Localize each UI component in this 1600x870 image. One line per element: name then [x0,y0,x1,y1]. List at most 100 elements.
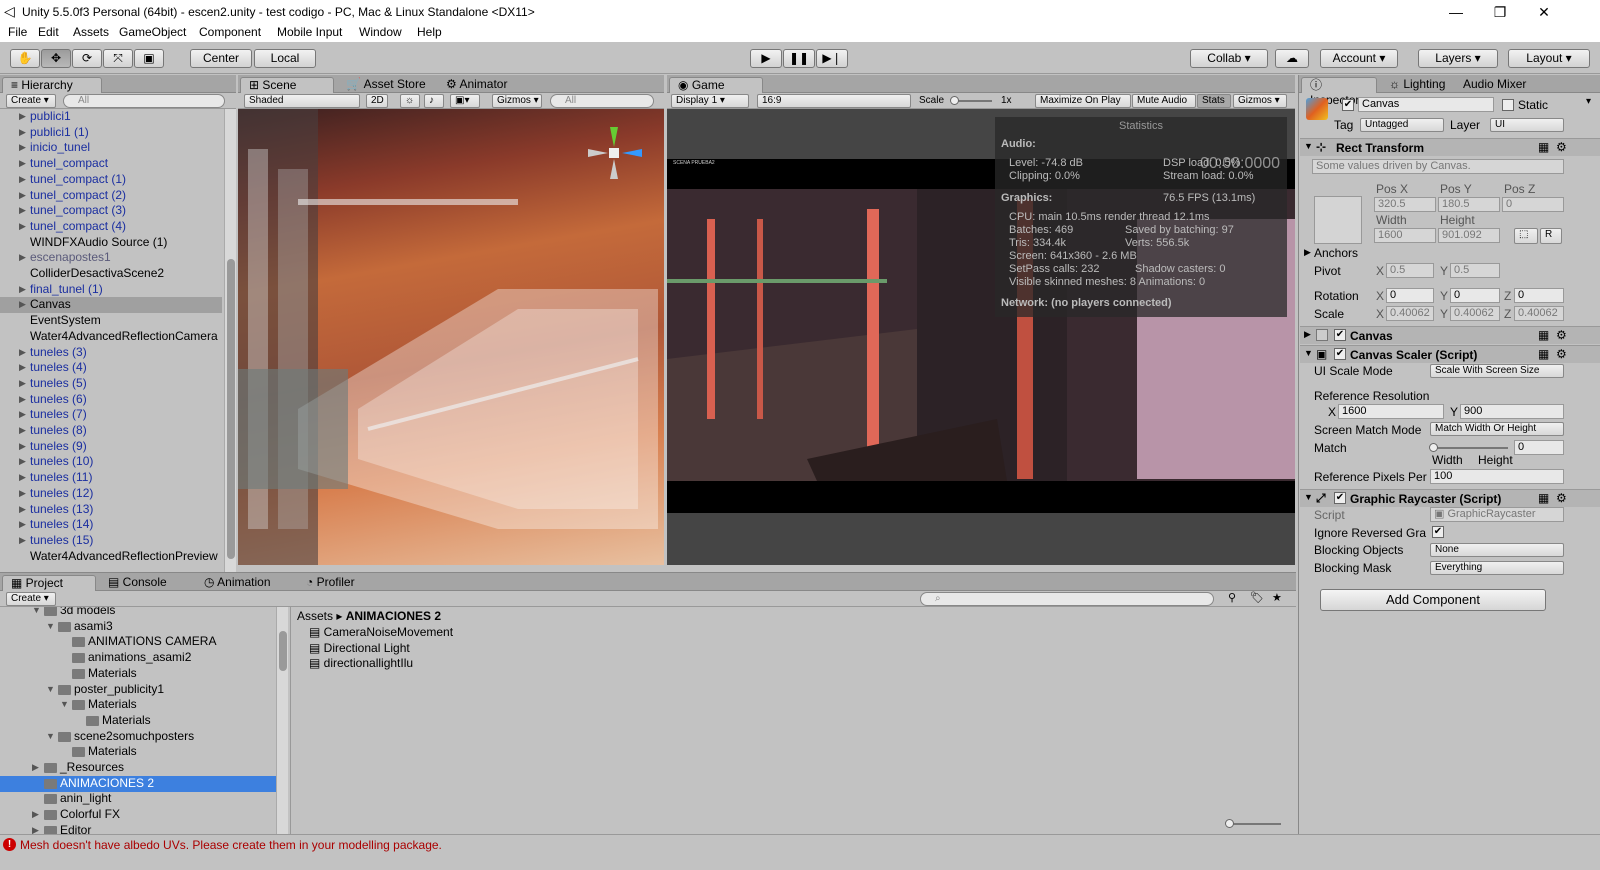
posy-field[interactable]: 180.5 [1438,197,1500,212]
hierarchy-item[interactable]: Water4AdvancedReflectionCamera [0,329,222,345]
breadcrumb-root[interactable]: Assets [297,609,333,623]
raycaster-help-icon[interactable]: ▦ [1538,491,1549,505]
anchor-presets-box[interactable] [1314,196,1362,244]
pivot-center-button[interactable]: Center [190,49,252,68]
scaler-help-icon[interactable]: ▦ [1538,347,1549,361]
expand-arrow-icon[interactable]: ▶ [19,533,26,548]
stats-toggle[interactable]: Stats [1197,94,1231,108]
folder-expand-arrow-icon[interactable]: ▼ [46,682,55,697]
ui-scale-mode-dropdown[interactable]: Scale With Screen Size [1430,364,1564,378]
tab-console[interactable]: ▤ Console [100,575,175,591]
canvas-help-icon[interactable]: ▦ [1538,328,1549,342]
expand-arrow-icon[interactable]: ▶ [19,360,26,375]
step-button[interactable]: ▶❘ [816,49,848,68]
match-field[interactable]: 0 [1514,440,1564,455]
expand-arrow-icon[interactable]: ▶ [19,140,26,155]
hierarchy-item[interactable]: ColliderDesactivaScene2 [0,266,222,282]
folder-expand-arrow-icon[interactable]: ▼ [32,607,41,618]
project-folder-item[interactable]: ▼ poster_publicity1 [0,682,276,698]
canvas-foldout-icon[interactable]: ▶ [1304,329,1311,340]
menu-component[interactable]: Component [199,25,261,39]
hierarchy-item[interactable]: Water4AdvancedReflectionPreview [0,549,222,565]
expand-arrow-icon[interactable]: ▶ [19,172,26,187]
account-dropdown[interactable]: Account ▾ [1320,49,1398,68]
move-tool-icon[interactable]: ✥ [41,49,71,68]
project-folder-item[interactable]: ▶ Colorful FX [0,807,276,823]
hierarchy-item[interactable]: ▶ tuneles (15) [0,533,222,549]
scale-slider-thumb[interactable] [950,96,959,105]
scale-slider[interactable] [950,96,992,105]
menu-mobile-input[interactable]: Mobile Input [277,25,342,39]
match-slider-thumb[interactable] [1429,443,1438,452]
blueprint-mode-button[interactable]: ⬚ [1514,228,1538,244]
rect-transform-help-icon[interactable]: ▦ [1538,140,1549,154]
folder-expand-arrow-icon[interactable]: ▼ [46,619,55,634]
expand-arrow-icon[interactable]: ▶ [19,125,26,140]
hierarchy-item[interactable]: ▶ tunel_compact (3) [0,203,222,219]
layers-dropdown[interactable]: Layers ▾ [1418,49,1498,68]
scene-search-input[interactable]: All [550,94,654,108]
expand-arrow-icon[interactable]: ▶ [19,486,26,501]
anchors-foldout-icon[interactable]: ▶ [1304,247,1311,258]
hierarchy-item[interactable]: ▶ publici1 (1) [0,125,222,141]
posx-field[interactable]: 320.5 [1374,197,1436,212]
object-name-field[interactable]: Canvas [1358,97,1494,112]
scaler-gear-icon[interactable]: ⚙ [1556,347,1567,361]
play-button[interactable]: ▶ [750,49,782,68]
pivot-x-field[interactable]: 0.5 [1386,263,1434,278]
mute-audio-toggle[interactable]: Mute Audio [1132,94,1196,108]
menu-window[interactable]: Window [359,25,402,39]
game-gizmos-dropdown[interactable]: Gizmos ▾ [1233,94,1287,108]
rect-transform-header[interactable]: ▼ ⊹ Rect Transform ▦ ⚙ [1300,138,1600,156]
expand-arrow-icon[interactable]: ▶ [19,109,26,124]
hierarchy-item[interactable]: ▶ final_tunel (1) [0,282,222,298]
filter-type-icon[interactable]: ⚲ [1228,591,1236,604]
rect-transform-gear-icon[interactable]: ⚙ [1556,140,1567,154]
minimize-button[interactable]: — [1436,2,1476,22]
ref-y-field[interactable]: 900 [1460,404,1564,419]
rot-y-field[interactable]: 0 [1450,288,1500,303]
project-folder-item[interactable]: anin_light [0,791,276,807]
collab-dropdown[interactable]: Collab ▾ [1190,49,1268,68]
project-folder-item[interactable]: ▼ Materials [0,697,276,713]
expand-arrow-icon[interactable]: ▶ [19,345,26,360]
lighting-toggle-icon[interactable]: ☼ [400,94,420,108]
rotate-tool-icon[interactable]: ⟳ [72,49,102,68]
hierarchy-scroll-thumb[interactable] [227,259,235,559]
maximize-button[interactable]: ❐ [1480,2,1520,22]
hierarchy-item[interactable]: ▶ tuneles (11) [0,470,222,486]
tab-inspector[interactable]: ⓘ Inspector [1301,77,1377,107]
project-folder-item[interactable]: ▼ asami3 [0,619,276,635]
static-checkbox[interactable] [1502,99,1514,111]
asset-item[interactable]: ▤ CameraNoiseMovement [309,625,453,641]
hierarchy-search-input[interactable]: All [63,94,225,108]
expand-arrow-icon[interactable]: ▶ [19,219,26,234]
tab-profiler[interactable]: ◔ Profiler [298,575,363,591]
rot-z-field[interactable]: 0 [1514,288,1564,303]
menu-assets[interactable]: Assets [73,25,109,39]
folder-expand-arrow-icon[interactable]: ▼ [60,697,69,712]
hierarchy-item[interactable]: ▶ tuneles (6) [0,392,222,408]
hierarchy-item[interactable]: ▶ tuneles (10) [0,454,222,470]
canvas-scaler-header[interactable]: ▼ ▣ ✔ Canvas Scaler (Script) ▦ ⚙ [1300,345,1600,363]
project-folder-item[interactable]: Materials [0,744,276,760]
icon-size-slider-thumb[interactable] [1225,819,1234,828]
raw-edit-button[interactable]: R [1540,228,1562,244]
folder-expand-arrow-icon[interactable]: ▼ [46,729,55,744]
breadcrumb-current[interactable]: ANIMACIONES 2 [346,609,441,623]
width-field[interactable]: 1600 [1374,228,1436,243]
ignore-reversed-checkbox[interactable]: ✔ [1432,526,1444,538]
graphic-raycaster-header[interactable]: ▼ ⤢ ✔ Graphic Raycaster (Script) ▦ ⚙ [1300,489,1600,507]
rect-transform-foldout-icon[interactable]: ▼ [1304,141,1313,151]
hierarchy-item[interactable]: ▶ tuneles (7) [0,407,222,423]
menu-gameobject[interactable]: GameObject [119,25,186,39]
hand-tool-icon[interactable]: ✋ [10,49,40,68]
expand-arrow-icon[interactable]: ▶ [19,517,26,532]
menu-edit[interactable]: Edit [38,25,59,39]
layer-dropdown[interactable]: UI [1490,118,1564,132]
menu-help[interactable]: Help [417,25,442,39]
expand-arrow-icon[interactable]: ▶ [19,282,26,297]
canvas-gear-icon[interactable]: ⚙ [1556,328,1567,342]
shading-mode-dropdown[interactable]: Shaded [244,94,360,108]
hierarchy-item[interactable]: ▶ tunel_compact [0,156,222,172]
